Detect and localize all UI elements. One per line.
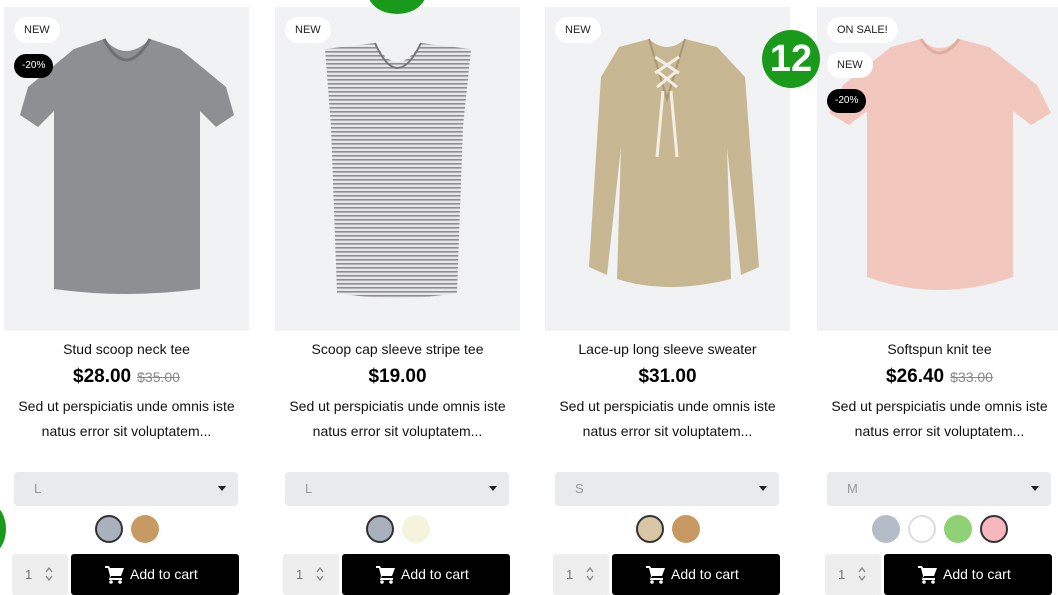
caret-down-icon bbox=[218, 486, 226, 491]
current-price: $31.00 bbox=[638, 366, 697, 387]
product-title[interactable]: Scoop cap sleeve stripe tee bbox=[275, 341, 520, 357]
color-swatch[interactable] bbox=[365, 515, 394, 543]
product-title[interactable]: Softspun knit tee bbox=[817, 341, 1058, 357]
color-swatch[interactable] bbox=[871, 515, 900, 543]
size-select[interactable]: M bbox=[827, 472, 1051, 506]
new-badge: NEW bbox=[827, 52, 873, 78]
current-price: $19.00 bbox=[368, 366, 427, 387]
color-swatch[interactable] bbox=[943, 515, 972, 543]
quantity-value: 1 bbox=[566, 567, 574, 582]
add-to-cart-label: Add to cart bbox=[671, 566, 739, 582]
discount-badge: -20% bbox=[14, 54, 54, 78]
color-swatch[interactable] bbox=[94, 515, 123, 543]
price-row: $28.00 $35.00 bbox=[4, 366, 249, 388]
caret-down-icon bbox=[1031, 486, 1039, 491]
new-badge: NEW bbox=[555, 17, 601, 43]
cart-icon bbox=[376, 566, 395, 584]
add-to-cart-button[interactable]: Add to cart bbox=[71, 554, 239, 595]
color-swatches bbox=[545, 515, 790, 543]
product-card: NEW Scoop cap sleeve stripe tee $19.00 S… bbox=[275, 0, 520, 595]
product-title[interactable]: Stud scoop neck tee bbox=[4, 341, 249, 357]
product-image[interactable]: NEW -20% bbox=[4, 7, 249, 331]
quantity-value: 1 bbox=[25, 567, 33, 582]
size-value: L bbox=[305, 481, 313, 496]
on-sale-badge: ON SALE! bbox=[827, 17, 898, 43]
sweater-image bbox=[589, 38, 759, 287]
product-description: Sed ut perspiciatis unde omnis iste natu… bbox=[289, 398, 506, 439]
price-row: $19.00 bbox=[275, 366, 520, 388]
color-swatch[interactable] bbox=[907, 515, 936, 543]
cart-icon bbox=[646, 566, 665, 584]
caret-down-icon bbox=[489, 486, 497, 491]
color-swatch[interactable] bbox=[671, 515, 700, 543]
price-row: $26.40 $33.00 bbox=[817, 366, 1058, 388]
price-row: $31.00 bbox=[545, 366, 790, 388]
product-card: ON SALE! NEW -20% Softspun knit tee $26.… bbox=[817, 0, 1058, 595]
product-image[interactable]: NEW bbox=[545, 7, 790, 331]
color-swatch[interactable] bbox=[401, 515, 430, 543]
size-value: L bbox=[34, 481, 42, 496]
spinner-arrows-icon[interactable] bbox=[857, 564, 867, 584]
annotation-number-marker: 12 bbox=[762, 30, 820, 88]
quantity-stepper[interactable]: 1 bbox=[553, 554, 609, 595]
product-card: NEW Lace-up long sleeve sweater $31.00 S… bbox=[545, 0, 790, 595]
current-price: $28.00 bbox=[73, 366, 132, 387]
product-title[interactable]: Lace-up long sleeve sweater bbox=[545, 341, 790, 357]
product-description: Sed ut perspiciatis unde omnis iste natu… bbox=[831, 398, 1048, 439]
product-grid: NEW -20% Stud scoop neck tee $28.00 $35.0… bbox=[0, 0, 1058, 595]
cart-icon bbox=[918, 566, 937, 584]
color-swatches bbox=[275, 515, 520, 543]
spinner-arrows-icon[interactable] bbox=[315, 564, 325, 584]
discount-badge: -20% bbox=[827, 89, 867, 113]
size-select[interactable]: L bbox=[14, 472, 238, 506]
add-to-cart-button[interactable]: Add to cart bbox=[612, 554, 780, 595]
product-image[interactable]: NEW bbox=[275, 7, 520, 331]
quantity-value: 1 bbox=[296, 567, 304, 582]
add-to-cart-button[interactable]: Add to cart bbox=[342, 554, 510, 595]
add-to-cart-button[interactable]: Add to cart bbox=[884, 554, 1052, 595]
add-to-cart-label: Add to cart bbox=[130, 566, 198, 582]
cart-icon bbox=[105, 566, 124, 584]
current-price: $26.40 bbox=[886, 366, 945, 387]
product-description: Sed ut perspiciatis unde omnis iste natu… bbox=[18, 398, 235, 439]
spinner-arrows-icon[interactable] bbox=[44, 564, 54, 584]
color-swatch[interactable] bbox=[635, 515, 664, 543]
product-image[interactable]: ON SALE! NEW -20% bbox=[817, 7, 1058, 331]
spinner-arrows-icon[interactable] bbox=[585, 564, 595, 584]
color-swatch[interactable] bbox=[979, 515, 1008, 543]
product-description: Sed ut perspiciatis unde omnis iste natu… bbox=[559, 398, 776, 439]
new-badge: NEW bbox=[285, 17, 331, 43]
size-select[interactable]: S bbox=[555, 472, 779, 506]
new-badge: NEW bbox=[14, 17, 60, 43]
add-to-cart-label: Add to cart bbox=[943, 566, 1011, 582]
product-card: NEW -20% Stud scoop neck tee $28.00 $35.0… bbox=[4, 0, 249, 595]
old-price: $35.00 bbox=[137, 369, 180, 385]
quantity-stepper[interactable]: 1 bbox=[283, 554, 339, 595]
add-to-cart-label: Add to cart bbox=[401, 566, 469, 582]
quantity-stepper[interactable]: 1 bbox=[825, 554, 881, 595]
quantity-value: 1 bbox=[838, 567, 846, 582]
color-swatches bbox=[817, 515, 1058, 543]
quantity-stepper[interactable]: 1 bbox=[12, 554, 68, 595]
old-price: $33.00 bbox=[950, 369, 993, 385]
stripe-tee-image bbox=[325, 42, 471, 298]
caret-down-icon bbox=[759, 486, 767, 491]
size-value: S bbox=[575, 481, 584, 496]
color-swatch[interactable] bbox=[130, 515, 159, 543]
size-value: M bbox=[847, 481, 858, 496]
color-swatches bbox=[4, 515, 249, 543]
size-select[interactable]: L bbox=[285, 472, 509, 506]
